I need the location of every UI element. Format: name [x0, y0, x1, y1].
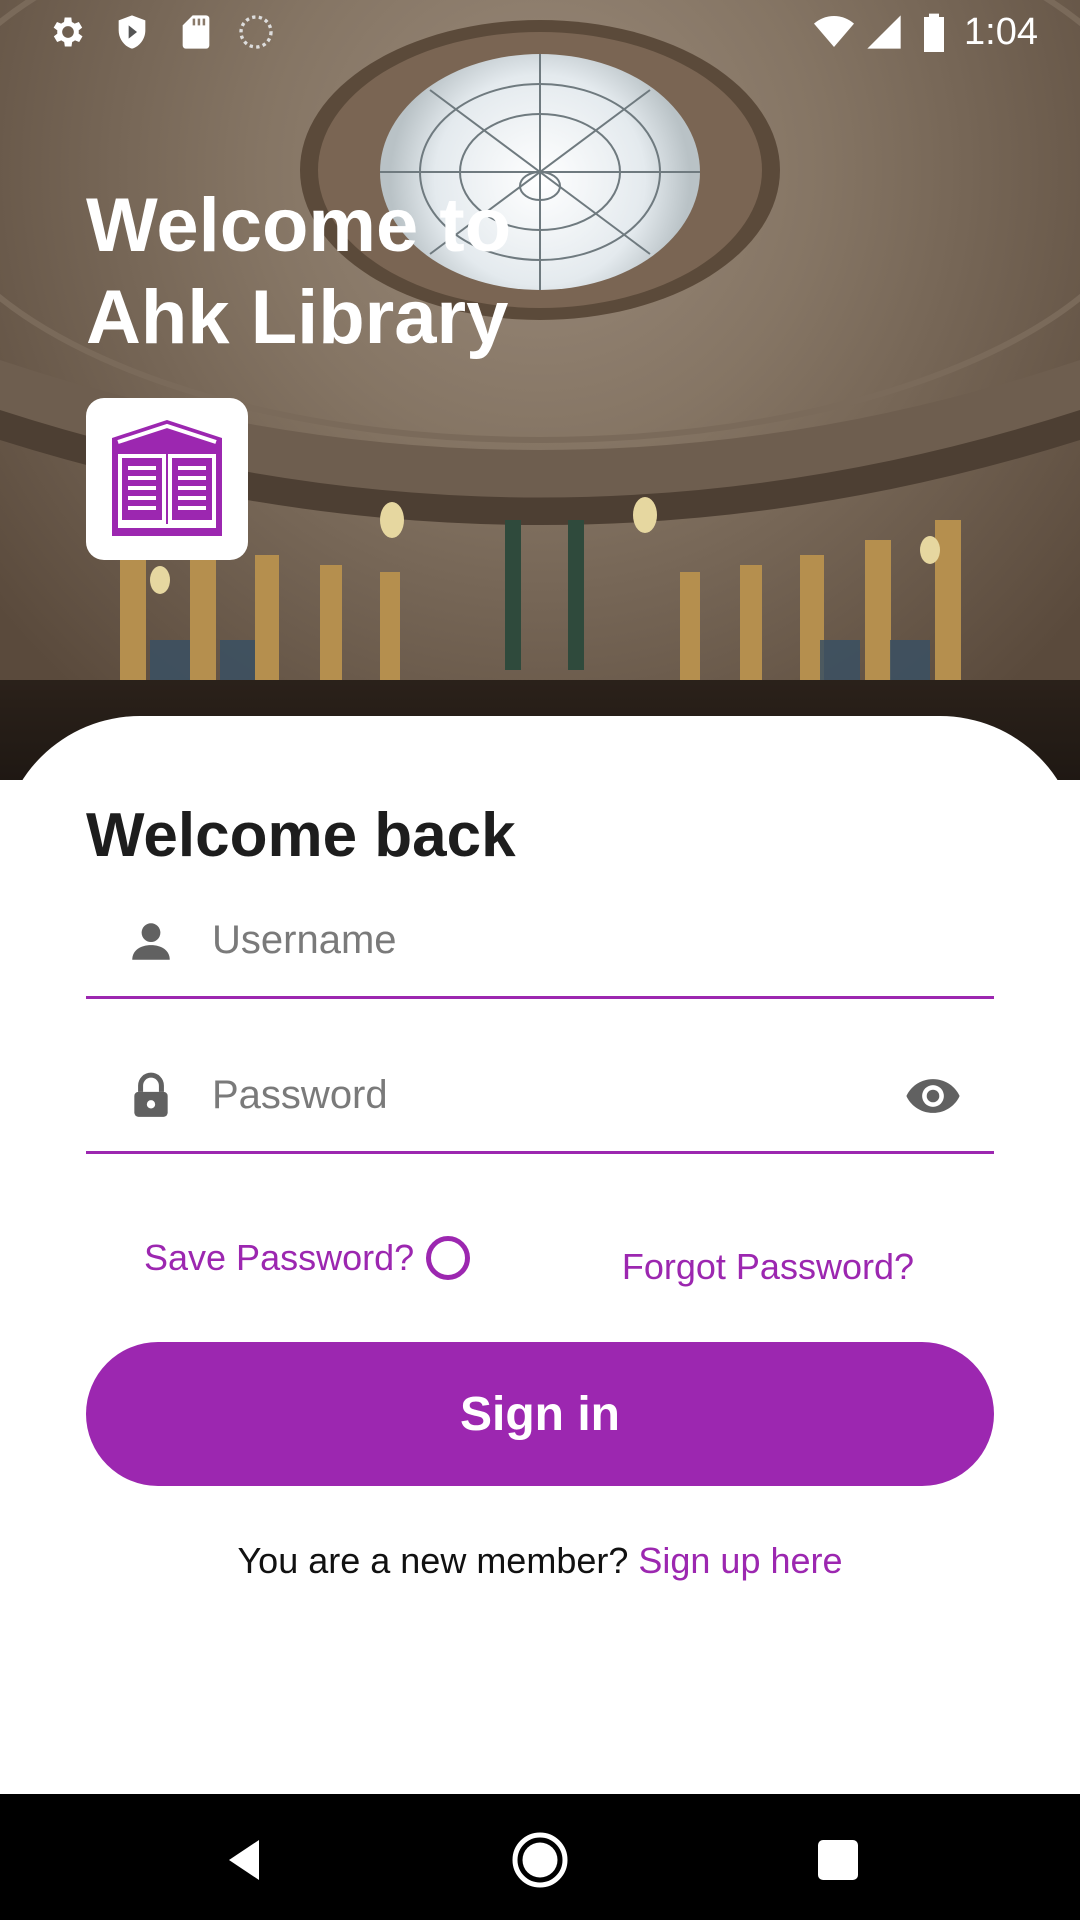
wifi-icon: [814, 16, 854, 47]
new-member-text: You are a new member?: [237, 1540, 639, 1581]
sync-icon: [239, 15, 273, 49]
save-password-radio[interactable]: [426, 1236, 471, 1280]
app-logo: [86, 398, 248, 560]
open-book-icon: [112, 420, 222, 536]
person-icon: [132, 923, 170, 960]
battery-icon: [924, 13, 944, 52]
library-dome-illustration: [0, 0, 1080, 780]
password-input[interactable]: [212, 1063, 852, 1127]
signup-prompt: You are a new member? Sign up here: [0, 1540, 1080, 1582]
home-icon[interactable]: [510, 1830, 570, 1890]
username-field[interactable]: [86, 886, 994, 999]
login-title: Welcome back: [86, 801, 516, 870]
hero-title: Welcome to Ahk Library: [86, 183, 512, 360]
password-field[interactable]: [86, 1041, 994, 1154]
signal-icon: [867, 15, 901, 49]
navigation-bar: [0, 1794, 1080, 1920]
save-password-toggle[interactable]: Save Password?: [144, 1236, 471, 1280]
back-icon[interactable]: [214, 1830, 274, 1890]
shield-icon: [118, 15, 146, 49]
settings-icon: [53, 17, 83, 47]
save-password-label: Save Password?: [144, 1237, 415, 1278]
lock-icon: [134, 1072, 168, 1117]
password-options: Save Password? Forgot Password?: [86, 1236, 994, 1300]
login-screen: 1:04 Welcome to Ahk Library Welcome back…: [0, 0, 1080, 1920]
forgot-password-link[interactable]: Forgot Password?: [622, 1246, 914, 1288]
recents-icon[interactable]: [808, 1830, 868, 1890]
clock: 1:04: [964, 11, 1038, 53]
hero-library-image: [0, 0, 1080, 780]
eye-icon[interactable]: [904, 1071, 962, 1121]
username-input[interactable]: [212, 908, 852, 972]
sign-in-button[interactable]: Sign in: [86, 1342, 994, 1486]
sd-card-icon: [182, 15, 210, 49]
status-bar: 1:04: [0, 0, 1080, 64]
sign-up-link[interactable]: Sign up here: [638, 1540, 842, 1581]
